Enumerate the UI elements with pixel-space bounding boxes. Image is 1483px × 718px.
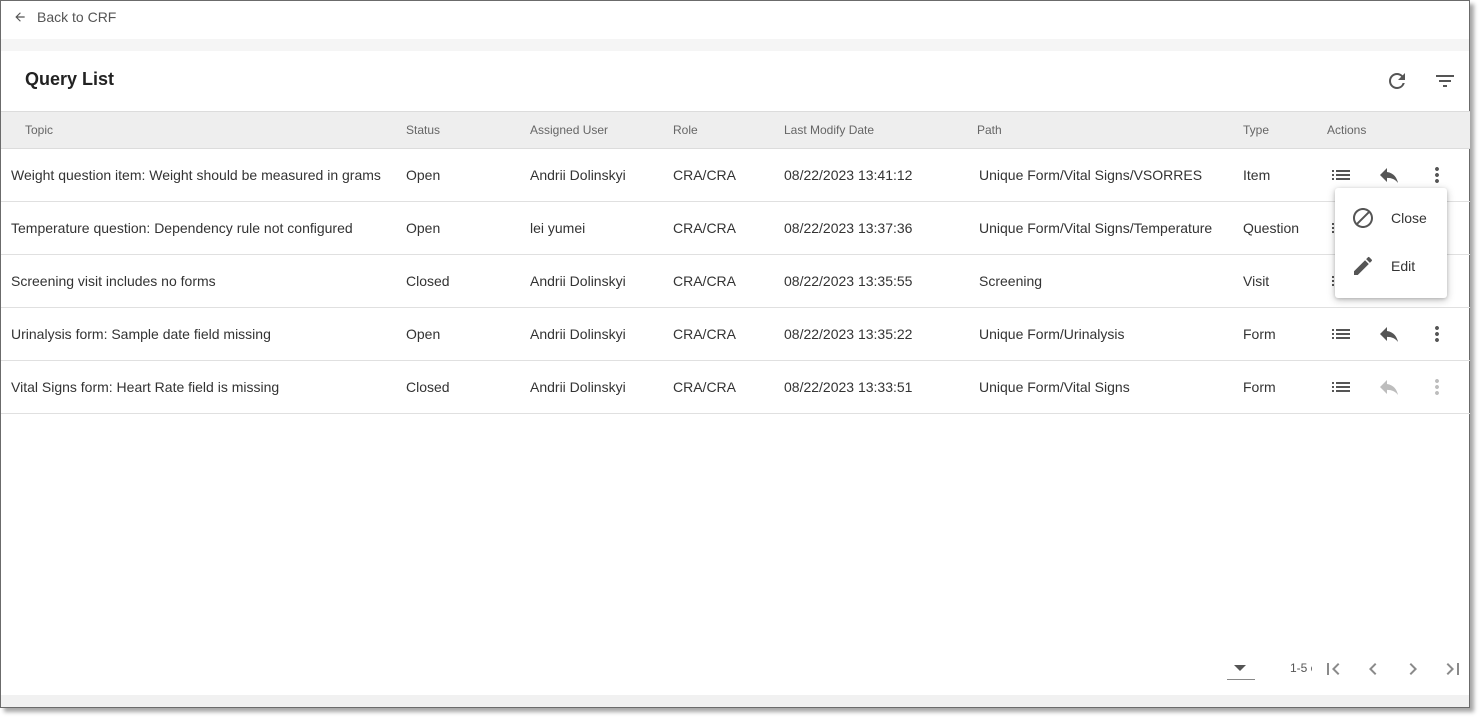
pencil-icon <box>1351 254 1375 278</box>
cell-last-modify-date: 08/22/2023 13:41:12 <box>784 167 913 183</box>
cell-topic: Weight question item: Weight should be m… <box>11 167 381 183</box>
cell-assigned-user: Andrii Dolinskyi <box>530 379 626 395</box>
top-bar: Back to CRF <box>1 1 1469 39</box>
arrow-left-icon <box>15 12 25 22</box>
menu-item-edit[interactable]: Edit <box>1335 244 1447 290</box>
cell-status: Open <box>406 220 441 236</box>
column-header-topic[interactable]: Topic <box>1 111 406 149</box>
section-divider <box>1 39 1469 51</box>
cell-status: Open <box>406 326 441 342</box>
reply-icon-disabled <box>1377 375 1401 399</box>
last-page-icon[interactable] <box>1441 657 1465 681</box>
more-vert-icon[interactable] <box>1425 163 1449 187</box>
dropdown-arrow-icon <box>1234 665 1246 671</box>
page-range-label: 1-5 c <box>1290 661 1312 675</box>
more-vert-icon-disabled <box>1425 375 1449 399</box>
cell-topic: Urinalysis form: Sample date field missi… <box>11 326 271 342</box>
cell-path: Unique Form/Vital Signs <box>979 379 1130 395</box>
cell-last-modify-date: 08/22/2023 13:33:51 <box>784 379 913 395</box>
first-page-icon[interactable] <box>1321 657 1345 681</box>
cell-topic: Temperature question: Dependency rule no… <box>11 220 353 236</box>
list-icon[interactable] <box>1329 163 1353 187</box>
table-row[interactable]: Weight question item: Weight should be m… <box>1 149 1470 202</box>
cell-role: CRA/CRA <box>673 326 737 342</box>
cell-topic: Vital Signs form: Heart Rate field is mi… <box>11 379 280 395</box>
query-table: Topic Status Assigned User Role Last Mod… <box>1 111 1470 414</box>
next-page-icon[interactable] <box>1401 657 1425 681</box>
table-row[interactable]: Urinalysis form: Sample date field missi… <box>1 308 1470 361</box>
table-header-row: Topic Status Assigned User Role Last Mod… <box>1 111 1470 149</box>
cell-last-modify-date: 08/22/2023 13:35:55 <box>784 273 913 289</box>
footer-band <box>1 695 1469 707</box>
menu-item-label: Close <box>1391 210 1427 226</box>
back-link-label: Back to CRF <box>37 9 117 25</box>
column-header-actions: Actions <box>1327 111 1470 149</box>
cell-topic: Screening visit includes no forms <box>11 273 216 289</box>
filter-icon[interactable] <box>1433 69 1457 93</box>
column-header-role[interactable]: Role <box>673 111 784 149</box>
previous-page-icon[interactable] <box>1361 657 1385 681</box>
cell-type: Visit <box>1243 273 1270 289</box>
cell-assigned-user: Andrii Dolinskyi <box>530 167 626 183</box>
column-header-path[interactable]: Path <box>977 111 1243 149</box>
cell-last-modify-date: 08/22/2023 13:35:22 <box>784 326 913 342</box>
cell-status: Closed <box>406 273 450 289</box>
list-icon[interactable] <box>1329 322 1353 346</box>
table-row[interactable]: Temperature question: Dependency rule no… <box>1 202 1470 255</box>
list-icon[interactable] <box>1329 375 1353 399</box>
row-context-menu: Close Edit <box>1335 188 1447 298</box>
table-row[interactable]: Screening visit includes no forms Closed… <box>1 255 1470 308</box>
cell-path: Unique Form/Urinalysis <box>979 326 1125 342</box>
cell-path: Unique Form/Vital Signs/Temperature <box>979 220 1213 236</box>
cell-status: Open <box>406 167 441 183</box>
cell-assigned-user: lei yumei <box>530 220 586 236</box>
cell-type: Form <box>1243 379 1276 395</box>
cell-path: Screening <box>979 273 1043 289</box>
cell-role: CRA/CRA <box>673 273 737 289</box>
cell-status: Closed <box>406 379 450 395</box>
table-row[interactable]: Vital Signs form: Heart Rate field is mi… <box>1 361 1470 414</box>
cell-role: CRA/CRA <box>673 379 737 395</box>
cell-last-modify-date: 08/22/2023 13:37:36 <box>784 220 913 236</box>
paginator: 1-5 c <box>1227 657 1471 681</box>
app-window: Back to CRF Query List Topic Status Assi… <box>0 0 1470 708</box>
reply-icon[interactable] <box>1377 322 1401 346</box>
column-header-assigned-user[interactable]: Assigned User <box>530 111 673 149</box>
menu-item-close[interactable]: Close <box>1335 196 1447 242</box>
page-title: Query List <box>25 69 115 89</box>
cell-actions <box>1327 361 1470 414</box>
cell-type: Question <box>1243 220 1300 236</box>
back-to-crf-link[interactable]: Back to CRF <box>13 9 116 25</box>
cell-path: Unique Form/Vital Signs/VSORRES <box>979 167 1203 183</box>
column-header-last-modify-date[interactable]: Last Modify Date <box>784 111 977 149</box>
cell-type: Item <box>1243 167 1271 183</box>
column-header-type[interactable]: Type <box>1243 111 1327 149</box>
more-vert-icon[interactable] <box>1425 322 1449 346</box>
cell-actions <box>1327 308 1470 361</box>
page-size-select[interactable] <box>1227 657 1255 680</box>
column-header-status[interactable]: Status <box>406 111 530 149</box>
cell-type: Form <box>1243 326 1276 342</box>
block-icon <box>1351 206 1375 230</box>
cell-assigned-user: Andrii Dolinskyi <box>530 273 626 289</box>
cell-role: CRA/CRA <box>673 220 737 236</box>
menu-item-label: Edit <box>1391 258 1416 274</box>
reply-icon[interactable] <box>1377 163 1401 187</box>
cell-assigned-user: Andrii Dolinskyi <box>530 326 626 342</box>
refresh-icon[interactable] <box>1385 69 1409 93</box>
cell-role: CRA/CRA <box>673 167 737 183</box>
